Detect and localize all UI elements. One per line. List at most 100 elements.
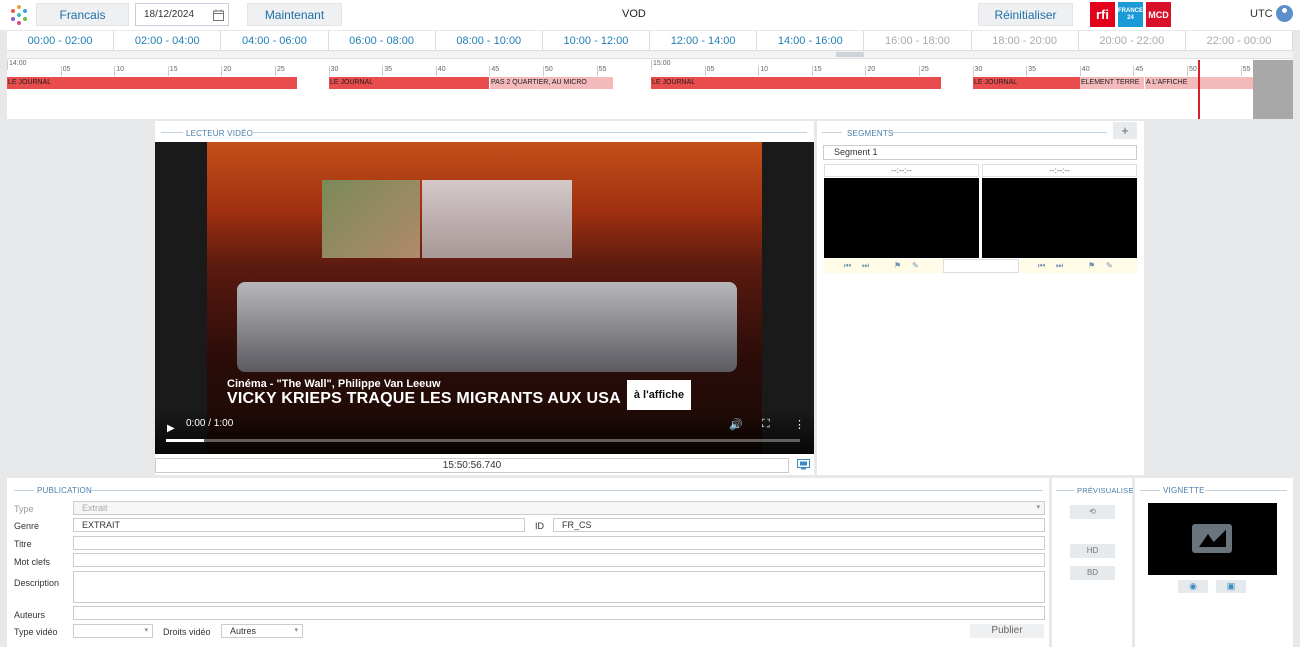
preview-bd-button[interactable]: BD [1070, 566, 1115, 580]
minute-tick-label: 55 [1240, 66, 1250, 76]
calendar-icon[interactable] [213, 9, 224, 21]
time-slot[interactable]: 06:00 - 08:00 [329, 31, 436, 50]
minute-tick-label: 25 [919, 66, 929, 76]
keywords-input[interactable] [73, 553, 1045, 567]
now-button[interactable]: Maintenant [247, 3, 342, 26]
timeline-track[interactable]: 14:00 05 10 15 20 25 30 35 40 45 50 55 15:00 05 10 15 20… [7, 60, 1293, 118]
video-time: 0:00 / 1:00 [186, 418, 234, 429]
user-icon[interactable] [1276, 5, 1293, 22]
language-button[interactable]: Francais [36, 3, 129, 26]
timezone-label: UTC [1250, 8, 1273, 20]
pencil-icon[interactable]: ✎ [912, 261, 919, 270]
title-rule [891, 132, 1107, 133]
minute-tick-label: 55 [596, 66, 606, 76]
step-forward-icon[interactable]: ⏭ [1056, 261, 1063, 271]
publication-title: PUBLICATION [37, 486, 92, 495]
hour-tick-label: 14:00 [7, 60, 27, 70]
lower-third-headline: VICKY KRIEPS TRAQUE LES MIGRANTS AUX USA [227, 390, 621, 407]
time-slot[interactable]: 08:00 - 10:00 [436, 31, 543, 50]
volume-icon[interactable]: 🔊 [729, 418, 743, 431]
time-slot[interactable]: 04:00 - 06:00 [221, 31, 329, 50]
rfi-logo[interactable]: rfi [1090, 2, 1115, 27]
minute-tick-label: 40 [1079, 66, 1090, 76]
time-slot[interactable]: 02:00 - 04:00 [114, 31, 222, 50]
reset-button[interactable]: Réinitialiser [978, 3, 1073, 26]
program-segment[interactable]: LE JOURNAL [651, 77, 941, 89]
france24-logo[interactable]: FRANCE 24 [1118, 2, 1143, 27]
mcd-logo[interactable]: MCD [1146, 2, 1171, 27]
minute-tick-label: 20 [865, 66, 875, 76]
minute-tick-label: 45 [1133, 66, 1143, 76]
step-back-icon[interactable]: ⏮ [1038, 261, 1045, 271]
program-segment[interactable]: PAS 2 QUARTIER, AU MICRO [490, 77, 613, 89]
rights-label: Droits vidéo [163, 627, 211, 637]
authors-input[interactable] [73, 606, 1045, 620]
more-options-icon[interactable]: ⋮ [794, 418, 805, 431]
description-label: Description [14, 578, 60, 588]
time-slot[interactable]: 20:00 - 22:00 [1079, 31, 1186, 50]
title-rule [161, 132, 183, 133]
video-screen-image [322, 180, 420, 258]
video-progress-fill [166, 439, 205, 442]
page-title: VOD [622, 8, 646, 20]
timeline-scrollbar[interactable] [7, 51, 1293, 59]
segment-duration-input[interactable] [943, 259, 1019, 273]
genre-label: Genre [14, 521, 40, 531]
preview-panel: PRÉVISUALISE [1052, 478, 1133, 647]
preview-hd-button[interactable]: HD [1070, 544, 1115, 558]
video-type-label: Type vidéo [14, 627, 58, 637]
time-slot[interactable]: 00:00 - 02:00 [7, 31, 115, 50]
titre-label: Titre [14, 539, 32, 549]
genre-input[interactable]: EXTRAIT [73, 518, 525, 532]
play-icon[interactable]: ▶ [167, 423, 175, 434]
scroll-thumb[interactable] [836, 52, 864, 57]
time-slot[interactable]: 22:00 - 00:00 [1186, 31, 1294, 50]
program-segment[interactable]: LE JOURNAL [329, 77, 489, 89]
titre-input[interactable] [73, 536, 1045, 550]
image-placeholder-icon [1192, 524, 1232, 553]
step-forward-icon[interactable]: ⏭ [862, 261, 869, 271]
vignette-title: VIGNETTE [1163, 486, 1205, 495]
program-segment[interactable]: LE JOURNAL [7, 77, 297, 89]
lower-third: Cinéma - "The Wall", Philippe Van Leeuw … [227, 378, 621, 408]
description-textarea[interactable] [73, 571, 1045, 603]
video-player[interactable]: Cinéma - "The Wall", Philippe Van Leeuw … [155, 142, 814, 454]
screen-capture-icon[interactable] [797, 459, 810, 470]
flag-icon[interactable]: ⚑ [1088, 261, 1095, 270]
segments-title: SEGMENTS [847, 129, 894, 138]
time-slot[interactable]: 18:00 - 20:00 [972, 31, 1079, 50]
title-rule [1205, 490, 1287, 491]
chevron-down-icon: ▾ [294, 627, 298, 634]
type-value: Extrait [82, 503, 108, 513]
fullscreen-icon[interactable]: ⛶ [762, 418, 770, 431]
title-rule [251, 132, 807, 133]
time-slot[interactable]: 12:00 - 14:00 [650, 31, 758, 50]
current-time-marker [1198, 60, 1200, 119]
publish-button[interactable]: Publier [970, 624, 1044, 638]
pencil-icon[interactable]: ✎ [1106, 261, 1113, 270]
segment-name-input[interactable]: Segment 1 [823, 145, 1137, 160]
rights-select[interactable]: Autres ▾ [221, 624, 303, 638]
time-slot[interactable]: 10:00 - 12:00 [543, 31, 651, 50]
preview-refresh-button[interactable]: ⟲ [1070, 505, 1115, 519]
time-slot[interactable]: 16:00 - 18:00 [864, 31, 972, 50]
top-bar: Francais 18/12/2024 Maintenant VOD Réini… [0, 0, 1300, 30]
video-type-select[interactable]: ▾ [73, 624, 153, 638]
title-rule [91, 490, 1043, 491]
minute-tick-label: 40 [435, 66, 446, 76]
date-input[interactable]: 18/12/2024 [135, 3, 229, 26]
camera-icon: ◉ [1189, 581, 1197, 591]
save-vignette-button[interactable]: ▣ [1216, 580, 1246, 593]
time-slot[interactable]: 14:00 - 16:00 [757, 31, 865, 50]
timecode-display[interactable]: 15:50:56.740 [155, 458, 789, 473]
add-segment-button[interactable]: + [1113, 122, 1137, 139]
program-segment[interactable]: ELEMENT TERRE [1080, 77, 1144, 89]
id-input[interactable]: FR_CS [553, 518, 1045, 532]
program-segment[interactable]: LE JOURNAL [973, 77, 1080, 89]
step-back-icon[interactable]: ⏮ [844, 261, 851, 271]
capture-vignette-button[interactable]: ◉ [1178, 580, 1208, 593]
video-progress-bar[interactable] [166, 439, 800, 442]
flag-icon[interactable]: ⚑ [894, 261, 901, 270]
title-rule [822, 132, 842, 133]
segment-end-thumbnail [982, 178, 1137, 258]
